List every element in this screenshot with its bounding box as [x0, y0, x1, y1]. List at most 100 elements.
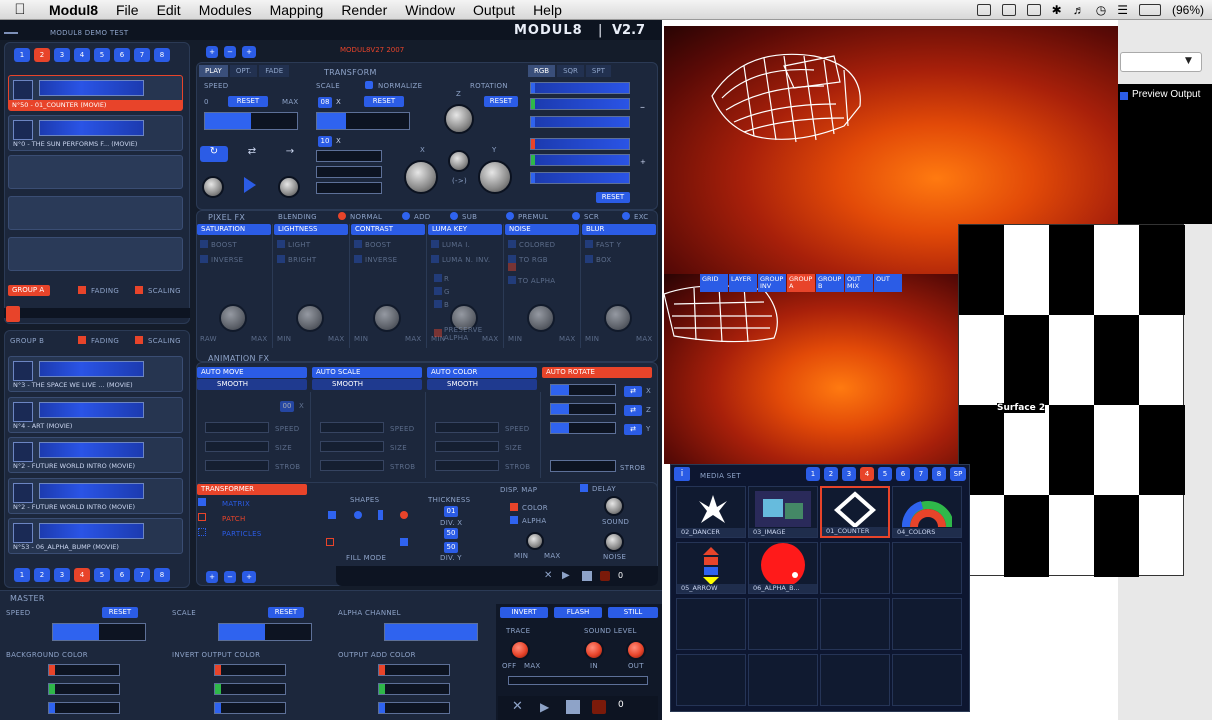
normalize-checkbox[interactable]: [365, 81, 373, 89]
rgb-plus-icon[interactable]: +: [640, 158, 646, 166]
luma-channel-checkbox[interactable]: [434, 300, 442, 308]
menu-app[interactable]: Modul8: [40, 2, 107, 18]
layer-opacity-bar[interactable]: [39, 80, 144, 96]
fx-option-a-checkbox[interactable]: [508, 240, 516, 248]
empty-media-cell[interactable]: [748, 654, 818, 706]
group-b-bank-8[interactable]: 8: [154, 568, 170, 582]
group-a-bank-6[interactable]: 6: [114, 48, 130, 62]
fx-option-a-checkbox[interactable]: [585, 240, 593, 248]
apple-icon[interactable]: : [0, 1, 40, 18]
shape-square-icon[interactable]: [328, 511, 336, 519]
layer-opacity-bar[interactable]: [39, 361, 144, 377]
remove-layer-b-button[interactable]: −: [224, 571, 236, 583]
preview-tab-grid[interactable]: GRID: [700, 274, 728, 292]
layer-slot[interactable]: N°53 - 06_ALPHA_BUMP (MOVIE): [8, 518, 183, 554]
premul-radio[interactable]: [506, 212, 514, 220]
rotation-y-knob[interactable]: [478, 160, 512, 194]
layer-slot[interactable]: N°2 - FUTURE WORLD INTRO (MOVIE): [8, 437, 183, 473]
fx-option-b-checkbox[interactable]: [200, 255, 208, 263]
group-a-bank-7[interactable]: 7: [134, 48, 150, 62]
master-color-slider[interactable]: [48, 664, 120, 676]
menu-output[interactable]: Output: [464, 2, 524, 18]
media-bank-6[interactable]: 6: [896, 467, 910, 481]
media-bank-1[interactable]: 1: [806, 467, 820, 481]
layer-opacity-bar[interactable]: [39, 120, 144, 136]
speed-slider[interactable]: [204, 112, 298, 130]
to-alpha-checkbox[interactable]: [508, 276, 516, 284]
fx-option-a-checkbox[interactable]: [431, 240, 439, 248]
master-progress[interactable]: [508, 676, 648, 685]
anim-param-field[interactable]: [435, 460, 499, 471]
fx-header-blur[interactable]: BLUR: [582, 224, 656, 235]
fx-knob[interactable]: [604, 304, 632, 332]
anim-param-field[interactable]: [435, 441, 499, 452]
master-stop-icon[interactable]: ✕: [512, 699, 523, 714]
crossfader-handle[interactable]: [6, 306, 20, 322]
fx-knob[interactable]: [527, 304, 555, 332]
patch-icon[interactable]: [198, 513, 206, 521]
shape-bar-icon[interactable]: [378, 510, 383, 520]
media-cell[interactable]: 02_DANCER: [676, 486, 746, 538]
wifi-icon[interactable]: ☰: [1117, 3, 1128, 17]
disp-knob[interactable]: [526, 532, 544, 550]
add-layer-button[interactable]: +: [206, 46, 218, 58]
layer-slot[interactable]: N°2 - FUTURE WORLD INTRO (MOVIE): [8, 477, 183, 514]
fx-header-luma-key[interactable]: LUMA KEY: [428, 224, 502, 235]
media-bank-7[interactable]: 7: [914, 467, 928, 481]
empty-media-cell[interactable]: [820, 542, 890, 594]
tab-sqr[interactable]: SQR: [557, 65, 584, 77]
menu-edit[interactable]: Edit: [148, 2, 190, 18]
auto-rotate-y-slider[interactable]: [550, 422, 616, 434]
fx-option-a-checkbox[interactable]: [200, 240, 208, 248]
exc-radio[interactable]: [622, 212, 630, 220]
group-b-bank-3[interactable]: 3: [54, 568, 70, 582]
group-a-bank-1[interactable]: 1: [14, 48, 30, 62]
menu-modules[interactable]: Modules: [190, 2, 261, 18]
group-b-bank-6[interactable]: 6: [114, 568, 130, 582]
fx-header-saturation[interactable]: SATURATION: [197, 224, 271, 235]
master-color-slider[interactable]: [48, 683, 120, 695]
crossfader-track[interactable]: [4, 308, 190, 318]
matrix-icon[interactable]: [198, 498, 206, 506]
add-multi-layer-b-button[interactable]: +: [242, 571, 256, 583]
master-color-slider[interactable]: [378, 702, 450, 714]
media-bank-sp[interactable]: SP: [950, 467, 966, 481]
preserve-alpha-checkbox[interactable]: [434, 329, 442, 337]
auto-rotate-x-slider[interactable]: [550, 384, 616, 396]
anim-param-field[interactable]: [320, 460, 384, 471]
empty-layer-slot[interactable]: [8, 196, 183, 230]
group-a-bank-5[interactable]: 5: [94, 48, 110, 62]
media-bank-8[interactable]: 8: [932, 467, 946, 481]
preview-tab-layer[interactable]: LAYER: [729, 274, 757, 292]
empty-media-cell[interactable]: [820, 654, 890, 706]
loop-icon[interactable]: ↻: [200, 146, 228, 162]
anim-param-field[interactable]: [205, 422, 269, 433]
luma-channel-checkbox[interactable]: [434, 274, 442, 282]
rotation-z-knob[interactable]: [444, 104, 474, 134]
anim-mode-dropdown[interactable]: SMOOTH: [427, 379, 537, 390]
fx-option-b-checkbox[interactable]: [508, 255, 516, 263]
transformer-particles[interactable]: PARTICLES: [222, 530, 262, 538]
rgb-reset-button[interactable]: RESET: [596, 192, 630, 203]
tab-play[interactable]: PLAY: [199, 65, 228, 77]
anim-param-field[interactable]: [320, 422, 384, 433]
remove-layer-button[interactable]: −: [224, 46, 236, 58]
menu-window[interactable]: Window: [396, 2, 464, 18]
anim-header-auto-color[interactable]: AUTO COLOR: [427, 367, 537, 378]
alpha-channel-slider[interactable]: [384, 623, 478, 641]
master-speed-reset[interactable]: RESET: [102, 607, 138, 618]
transformer-header[interactable]: TRANSFORMER: [197, 484, 307, 495]
scale-value[interactable]: 08: [318, 97, 332, 108]
anim-move-value[interactable]: 00: [280, 401, 294, 412]
anim-mode-dropdown[interactable]: SMOOTH: [197, 379, 307, 390]
group-b-bank-7[interactable]: 7: [134, 568, 150, 582]
pingpong-icon[interactable]: ⇄: [240, 146, 264, 162]
sound-out-knob[interactable]: [626, 640, 646, 660]
tab-rgb[interactable]: RGB: [528, 65, 556, 77]
play-icon[interactable]: [244, 177, 256, 193]
disp-alpha-checkbox[interactable]: [510, 516, 518, 524]
group-a-label[interactable]: GROUP A: [8, 285, 50, 296]
group-b-bank-2[interactable]: 2: [34, 568, 50, 582]
master-color-slider[interactable]: [48, 702, 120, 714]
fading-checkbox[interactable]: [78, 336, 86, 344]
